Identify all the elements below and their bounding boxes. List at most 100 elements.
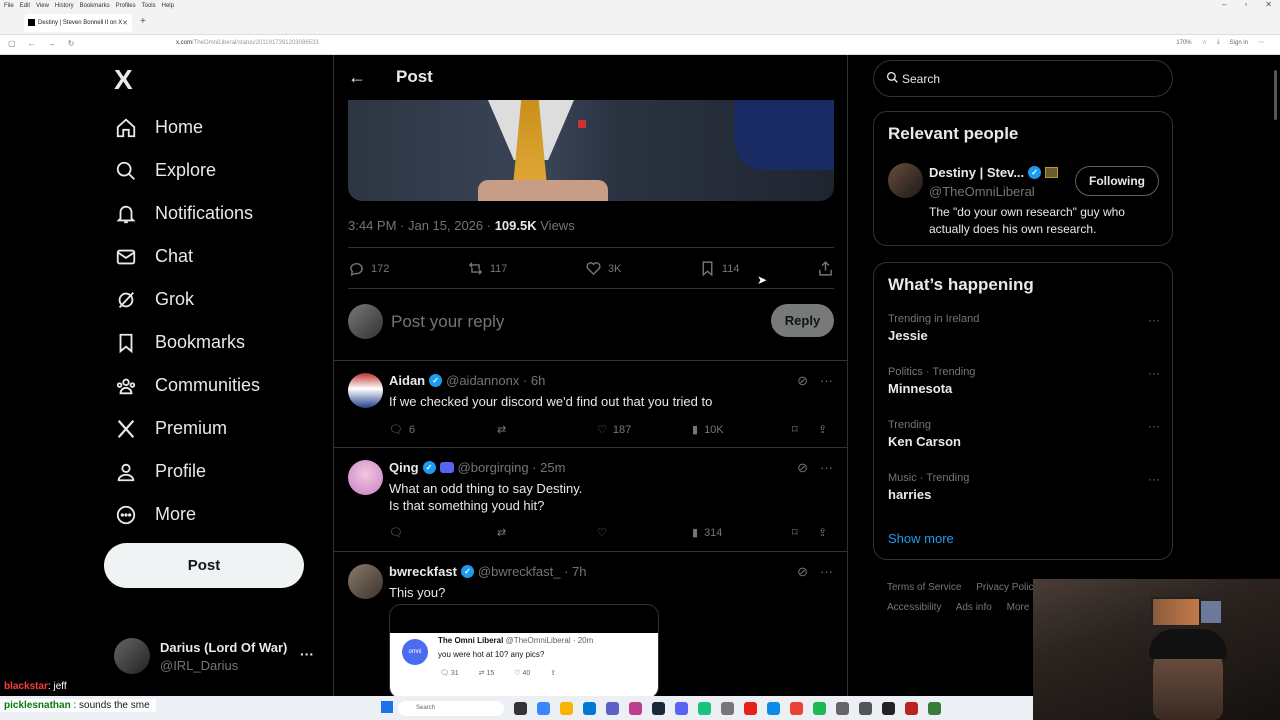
star-icon[interactable]: ☆ (1202, 39, 1207, 46)
edge-icon[interactable] (767, 702, 780, 715)
app-icon[interactable] (905, 702, 918, 715)
reply-tweet[interactable]: Aidan ✓ @aidannonx · 6h ⊘ ··· If we check… (334, 360, 847, 447)
relevant-person-handle[interactable]: @TheOmniLiberal (929, 184, 1035, 199)
sidebar-toggle-icon[interactable]: ▢ (8, 39, 16, 48)
terminal-icon[interactable] (882, 702, 895, 715)
menu-profiles[interactable]: Profiles (116, 3, 136, 9)
sidebar-item-chat[interactable]: Chat (114, 235, 260, 278)
bookmark-icon[interactable]: ⌑ (792, 423, 818, 436)
post-media-image[interactable] (348, 100, 834, 201)
bookmark-icon[interactable]: ⌑ (792, 526, 818, 539)
tweet-author-name[interactable]: Aidan (389, 373, 425, 388)
share-icon[interactable]: ⇪ (818, 423, 827, 436)
repost-action[interactable]: ⇄ (497, 423, 597, 436)
sidebar-item-profile[interactable]: Profile (114, 450, 260, 493)
download-icon[interactable]: ⤓ (1217, 39, 1220, 46)
forward-nav-icon[interactable]: → (48, 39, 56, 48)
share-action[interactable] (817, 260, 834, 277)
reload-icon[interactable]: ↻ (68, 39, 75, 48)
repost-icon[interactable]: ⇄ (497, 526, 597, 539)
chrome-icon[interactable] (790, 702, 803, 715)
views-action[interactable]: ▮ 314 (692, 526, 792, 540)
maximize-icon[interactable]: ▫ (1244, 0, 1247, 9)
trend-item[interactable]: Politics · Trending Minnesota ··· (888, 366, 1160, 396)
more-icon[interactable]: ··· (1148, 313, 1160, 327)
grok-icon[interactable]: ⊘ (797, 460, 808, 476)
trend-item[interactable]: Music · Trending harries ··· (888, 472, 1160, 502)
avatar[interactable] (348, 564, 383, 599)
sidebar-item-communities[interactable]: Communities (114, 364, 260, 407)
more-icon[interactable]: ··· (820, 373, 833, 389)
trend-item[interactable]: Trending in Ireland Jessie ··· (888, 313, 1160, 343)
menu-edit[interactable]: Edit (20, 3, 30, 9)
sidebar-item-explore[interactable]: Explore (114, 149, 260, 192)
sidebar-item-home[interactable]: Home (114, 106, 260, 149)
settings-icon[interactable] (836, 702, 849, 715)
footer-link[interactable]: Ads info (956, 602, 992, 613)
spotify-icon[interactable] (813, 702, 826, 715)
taskbar-search[interactable]: Search (398, 701, 504, 716)
more-icon[interactable]: ··· (820, 460, 833, 476)
menu-file[interactable]: File (4, 3, 14, 9)
avatar[interactable] (348, 460, 383, 495)
grok-icon[interactable]: ⊘ (797, 373, 808, 389)
show-more-link[interactable]: Show more (888, 531, 954, 546)
app-icon[interactable] (859, 702, 872, 715)
app-icon[interactable] (928, 702, 941, 715)
tweet-author-name[interactable]: bwreckfast (389, 564, 457, 579)
menu-tools[interactable]: Tools (142, 3, 156, 9)
store-icon[interactable] (583, 702, 596, 715)
zoom-level[interactable]: 170% (1176, 40, 1191, 46)
following-button[interactable]: Following (1075, 166, 1159, 196)
tab-close-icon[interactable]: ✕ (122, 19, 128, 27)
app-icon[interactable] (629, 702, 642, 715)
avatar[interactable] (888, 163, 923, 198)
sidebar-item-premium[interactable]: Premium (114, 407, 260, 450)
quoted-image[interactable]: omni The Omni Liberal @TheOmniLiberal · … (389, 604, 659, 699)
reply-icon[interactable]: 🗨 (389, 526, 497, 539)
grok-icon[interactable]: ⊘ (797, 564, 808, 580)
new-tab-icon[interactable]: + (140, 16, 146, 27)
browser-tab[interactable]: Destiny | Steven Bonnell II on X ✕ (24, 14, 132, 32)
more-icon[interactable]: ··· (1148, 366, 1160, 380)
sidebar-item-notifications[interactable]: Notifications (114, 192, 260, 235)
steam-icon[interactable] (652, 702, 665, 715)
tweet-author-handle[interactable]: @bwreckfast_ · 7h (478, 564, 587, 579)
file-explorer-icon[interactable] (560, 702, 573, 715)
search-input[interactable]: Search (873, 60, 1173, 97)
close-window-icon[interactable]: ✕ (1265, 0, 1272, 9)
menu-bookmarks[interactable]: Bookmarks (80, 3, 110, 9)
sidebar-item-more[interactable]: More (114, 493, 260, 536)
post-button[interactable]: Post (104, 543, 304, 588)
post-timestamp[interactable]: 3:44 PM · Jan 15, 2026 · (348, 218, 495, 233)
like-action[interactable]: 3K (585, 260, 621, 277)
more-icon[interactable]: ··· (820, 564, 833, 580)
reply-tweet[interactable]: Qing ✓ @borgirqing · 25m ⊘ ··· What an od… (334, 447, 847, 551)
bookmark-action[interactable]: 114 (699, 260, 739, 277)
relevant-person-name[interactable]: Destiny | Stev... ✓ (929, 165, 1059, 180)
tweet-author-name[interactable]: Qing (389, 460, 419, 475)
extensions-icon[interactable]: ⋯ (1258, 39, 1264, 46)
x-logo[interactable]: X (114, 64, 133, 96)
app-icon[interactable] (721, 702, 734, 715)
avatar[interactable] (348, 373, 383, 408)
back-nav-icon[interactable]: ← (28, 39, 36, 48)
footer-link[interactable]: Accessibility (887, 602, 941, 613)
sidebar-item-grok[interactable]: Grok (114, 278, 260, 321)
windows-start-icon[interactable] (381, 701, 393, 713)
trend-item[interactable]: Trending Ken Carson ··· (888, 419, 1160, 449)
minimize-icon[interactable]: – (1222, 0, 1226, 9)
tweet-author-handle[interactable]: @aidannonx · 6h (446, 373, 545, 388)
account-more-icon[interactable]: ··· (300, 646, 314, 662)
discord-icon[interactable] (675, 702, 688, 715)
more-icon[interactable]: ··· (1148, 419, 1160, 433)
youtube-icon[interactable] (744, 702, 757, 715)
sidebar-item-bookmarks[interactable]: Bookmarks (114, 321, 260, 364)
reply-button[interactable]: Reply (771, 304, 834, 337)
page-scrollbar[interactable] (1274, 70, 1277, 120)
url-field[interactable]: x.com/TheOmniLiberal/status/201191739120… (176, 40, 319, 46)
menu-view[interactable]: View (36, 3, 49, 9)
account-switcher[interactable]: Darius (Lord Of War) @IRL_Darius (114, 638, 287, 674)
reply-tweet[interactable]: bwreckfast ✓ @bwreckfast_ · 7h ⊘ ··· This… (334, 551, 847, 720)
back-arrow-icon[interactable]: ← (348, 67, 366, 88)
